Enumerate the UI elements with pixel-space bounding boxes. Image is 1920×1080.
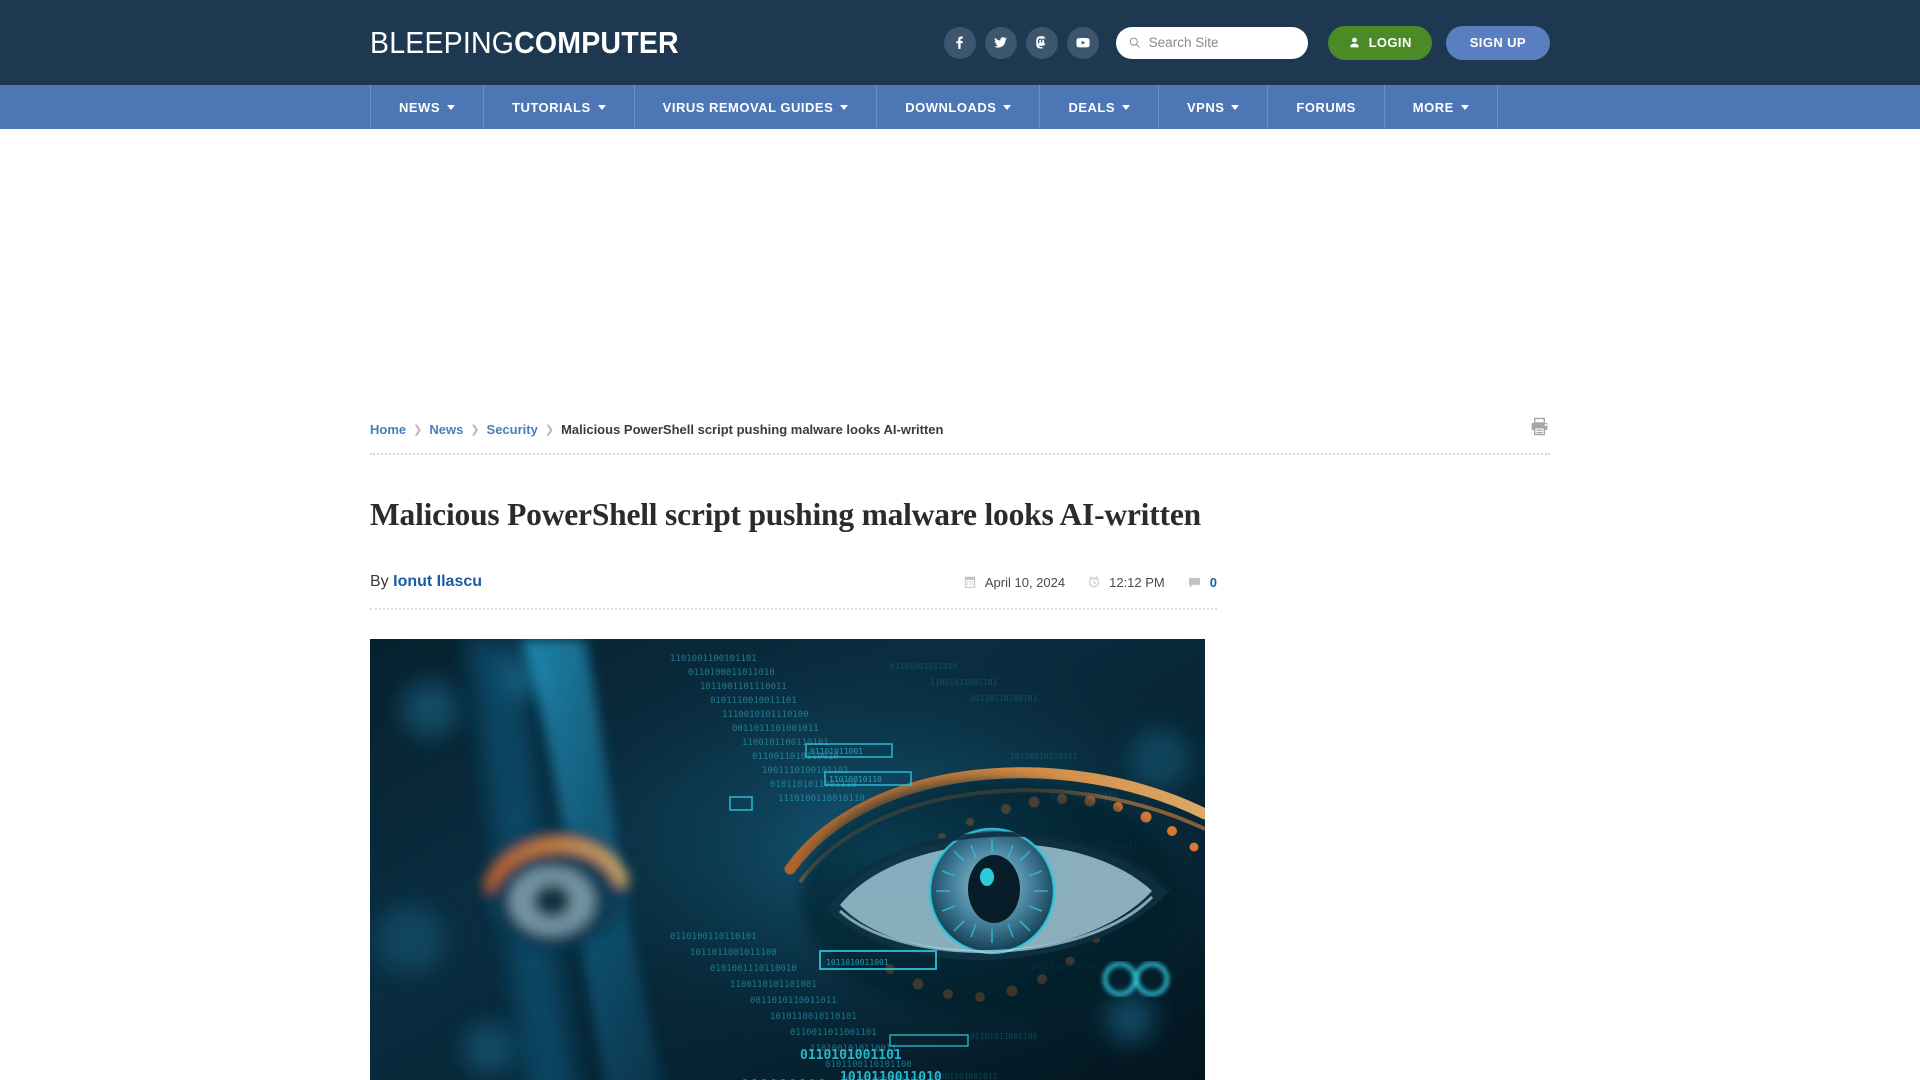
login-label: LOGIN [1368,35,1412,50]
author-link[interactable]: Ionut Ilascu [393,573,482,590]
publish-time-text: 12:12 PM [1109,574,1165,590]
nav-label: VIRUS REMOVAL GUIDES [662,99,834,115]
page-title: Malicious PowerShell script pushing malw… [370,497,1201,532]
alarm-clock-icon [1089,576,1100,588]
logo-text-bold: COMPUTER [514,24,679,60]
breadcrumb-item-security[interactable]: Security [487,422,538,437]
logo-text-thin: BLEEPING [370,24,515,60]
nav-item-vpns[interactable]: VPNS [1159,85,1269,129]
login-button[interactable]: LOGIN [1327,25,1432,60]
chevron-down-icon [840,104,849,110]
meta-divider [370,608,1217,610]
chevron-down-icon [1231,104,1240,110]
search-input[interactable] [1148,35,1296,50]
signup-button[interactable]: SIGN UP [1445,25,1550,60]
hero-image-graphic: 1101001100101101 0110100011011010 101100… [370,639,1205,1080]
printer-icon[interactable] [1529,416,1550,442]
breadcrumb-separator-icon: ❯ [544,423,555,436]
breadcrumb-row: Home ❯ News ❯ Security ❯ Malicious Power… [370,409,1550,443]
breadcrumb-separator-icon: ❯ [470,423,480,436]
facebook-icon[interactable] [943,26,976,59]
nav-label: NEWS [399,99,440,115]
article-column: Malicious PowerShell script pushing malw… [370,497,1217,1080]
chevron-down-icon [1003,104,1012,110]
social-links [943,26,1099,59]
chevron-down-icon [597,104,606,110]
article-metadata: April 10, 2024 12:12 PM 0 [963,575,1217,590]
nav-item-more[interactable]: MORE [1385,85,1498,129]
breadcrumb-divider [370,453,1550,455]
byline-prefix: By [370,573,389,590]
search-box[interactable] [1115,26,1308,59]
nav-container: NEWS TUTORIALS VIRUS REMOVAL GUIDES DOWN… [370,85,1550,129]
site-logo[interactable]: BLEEPINGCOMPUTER [370,25,679,61]
chevron-down-icon [447,104,455,110]
comment-icon [1188,577,1200,587]
breadcrumb-item-home[interactable]: Home [370,422,406,437]
main-navigation: NEWS TUTORIALS VIRUS REMOVAL GUIDES DOWN… [0,85,1920,129]
nav-item-forums[interactable]: FORUMS [1268,85,1385,129]
nav-item-tutorials[interactable]: TUTORIALS [484,85,635,129]
article-meta-row: By Ionut Ilascu April 10, 2024 12:12 PM … [370,573,1217,591]
advertisement-slot [0,129,1920,409]
nav-label: FORUMS [1296,99,1356,115]
nav-item-downloads[interactable]: DOWNLOADS [877,85,1041,129]
youtube-icon[interactable] [1066,26,1099,59]
breadcrumb-item-news[interactable]: News [429,422,463,437]
breadcrumb-item-current: Malicious PowerShell script pushing malw… [561,421,944,437]
breadcrumb: Home ❯ News ❯ Security ❯ Malicious Power… [370,422,943,437]
comment-count-text: 0 [1209,574,1217,590]
twitter-icon[interactable] [984,26,1017,59]
page-body: Home ❯ News ❯ Security ❯ Malicious Power… [0,409,1920,1080]
nav-label: TUTORIALS [512,99,591,115]
nav-label: DOWNLOADS [905,99,997,115]
signup-label: SIGN UP [1469,35,1526,50]
calendar-icon [964,576,976,588]
header-actions: LOGIN SIGN UP [943,25,1550,60]
user-icon [1350,37,1359,48]
nav-item-deals[interactable]: DEALS [1040,85,1159,129]
nav-label: VPNS [1187,99,1225,115]
mastodon-icon[interactable] [1025,26,1058,59]
breadcrumb-separator-icon: ❯ [413,423,423,436]
nav-label: MORE [1412,99,1454,115]
nav-item-virus-removal-guides[interactable]: VIRUS REMOVAL GUIDES [635,85,878,129]
byline: By Ionut Ilascu [370,573,482,591]
nav-label: DEALS [1068,99,1115,115]
chevron-down-icon [1122,104,1130,110]
site-header: BLEEPINGCOMPUTER Search Site LOGIN SIGN … [0,0,1920,85]
content-container: Home ❯ News ❯ Security ❯ Malicious Power… [370,409,1550,1080]
nav-item-news[interactable]: NEWS [370,85,484,129]
publish-time: 12:12 PM [1087,575,1165,590]
article-hero-image: 1101001100101101 0110100011011010 101100… [370,639,1205,1080]
publish-date-text: April 10, 2024 [984,574,1066,590]
comment-count[interactable]: 0 [1187,575,1217,590]
header-container: BLEEPINGCOMPUTER Search Site LOGIN SIGN … [370,0,1550,85]
publish-date: April 10, 2024 [963,575,1065,590]
search-icon [1129,37,1140,48]
chevron-down-icon [1460,104,1469,110]
